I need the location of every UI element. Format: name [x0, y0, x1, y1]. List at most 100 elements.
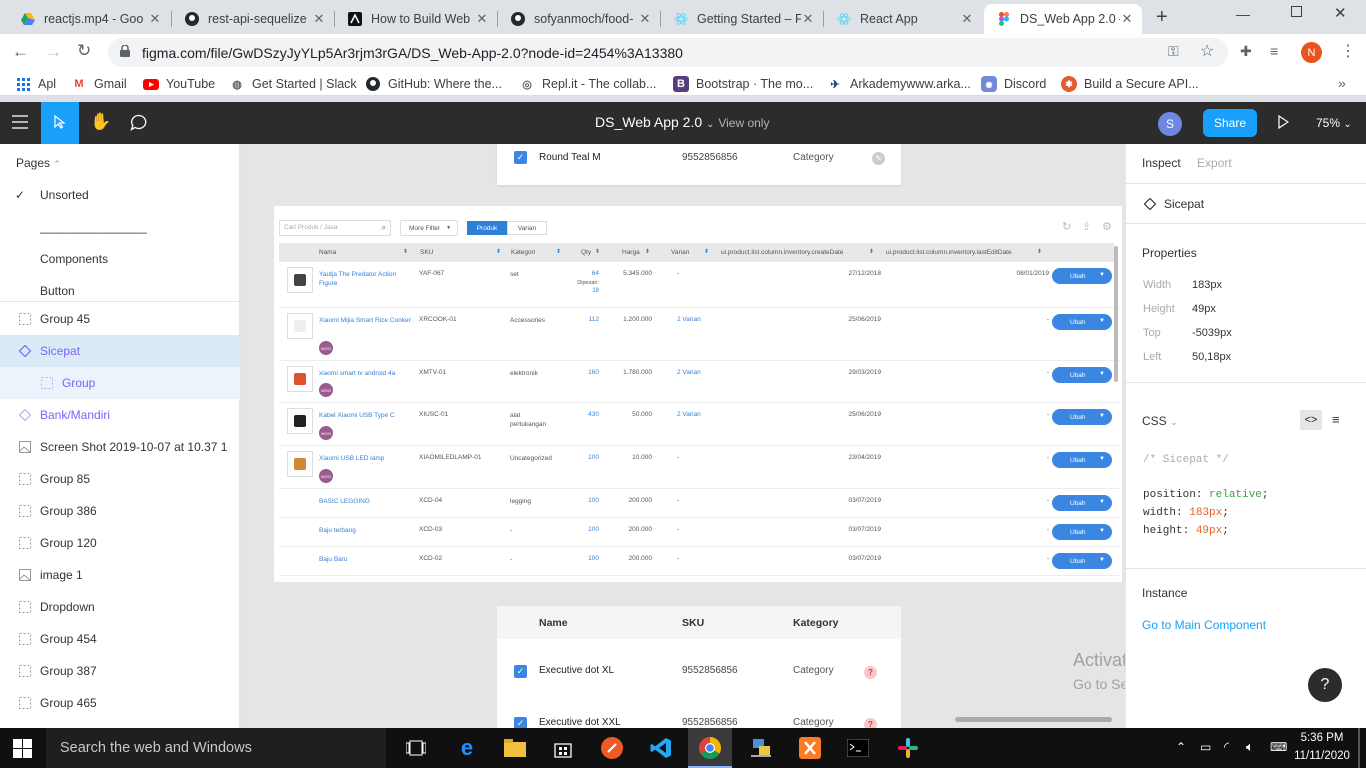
bookmark-bootstrap[interactable]: B Bootstrap · The mo... [673, 76, 813, 92]
wifi-icon[interactable]: ◜ [1224, 739, 1229, 755]
window-close-button[interactable]: ✕ [1334, 4, 1347, 22]
checkbox-checked-icon[interactable]: ✓ [514, 151, 527, 164]
product-name-link[interactable]: Xiaomi Mijia Smart Rice Cooker [319, 316, 415, 325]
layer-group-454[interactable]: Group 454 [0, 623, 240, 655]
tab-sofyanmoch[interactable]: sofyanmoch/food- ✕ [498, 4, 660, 34]
clock-time[interactable]: 5:36 PM [1296, 732, 1348, 744]
page-item-unsorted[interactable]: ✓ Unsorted [0, 179, 240, 211]
css-dropdown[interactable]: CSS ⌄ [1142, 414, 1178, 428]
volume-icon[interactable]: 🔈︎ [1246, 739, 1254, 755]
column-header-create-date[interactable]: ui.product.list.column.inventory.createD… [721, 249, 843, 256]
table-row[interactable]: Yautja The Predator Action Figure YAF-067… [279, 262, 1119, 308]
chevron-up-icon[interactable]: ⌃ [1176, 740, 1186, 754]
new-tab-button[interactable]: + [1156, 6, 1168, 29]
slack-icon[interactable] [895, 736, 921, 760]
close-icon[interactable]: ✕ [148, 11, 162, 27]
close-icon[interactable]: ✕ [960, 11, 974, 27]
ubah-button[interactable]: Ubah ▼ [1052, 452, 1112, 468]
column-header-qty[interactable]: Qty [581, 249, 591, 256]
task-view-icon[interactable] [403, 736, 429, 760]
maximize-button[interactable] [1291, 6, 1302, 17]
postman-icon[interactable] [599, 736, 625, 760]
sort-icon[interactable]: ⬍ [403, 248, 408, 255]
layer-group-386[interactable]: Group 386 [0, 495, 240, 527]
help-question-icon[interactable]: ? [864, 718, 877, 728]
sort-icon[interactable]: ⬍ [496, 248, 501, 255]
column-header-name[interactable]: Nama [319, 249, 336, 256]
bookmark-apl[interactable]: Apl [15, 76, 56, 92]
xampp-icon[interactable] [797, 736, 823, 760]
checkbox-checked-icon[interactable]: ✓ [514, 665, 527, 678]
table-row[interactable]: BASIC LEGGING XCD-04 legging 100 200.000-03/… [279, 489, 1119, 518]
reload-icon[interactable]: ↻ [77, 41, 91, 61]
help-button[interactable]: ? [1308, 668, 1342, 702]
product-search-input[interactable]: Cari Produk / Jasa ⌕ [279, 220, 391, 236]
file-title[interactable]: DS_Web App 2.0 ⌄ View only [595, 114, 769, 130]
bookmark-github[interactable]: GitHub: Where the... [365, 76, 502, 92]
comment-icon[interactable] [130, 114, 148, 131]
bookmark-slack[interactable]: ◍ Get Started | Slack [229, 76, 357, 92]
product-name-link[interactable]: Kabel Xiaomi USB Type C [319, 411, 415, 420]
show-desktop-button[interactable] [1358, 728, 1360, 768]
user-avatar[interactable]: S [1158, 112, 1182, 136]
product-name-link[interactable]: Baju terbang [319, 526, 415, 535]
address-bar[interactable]: figma.com/file/GwDSzyJyYLp5Ar3rjm3rGA/DS… [108, 38, 1228, 67]
table-row[interactable]: Xiaomi USB LED lamp WOO XIAOMILEDLAMP-01 Un… [279, 446, 1119, 489]
go-to-main-component-link[interactable]: Go to Main Component [1142, 618, 1266, 632]
minimize-button[interactable]: — [1236, 6, 1250, 22]
tab-getting-started[interactable]: Getting Started – F ✕ [661, 4, 823, 34]
table-row[interactable]: Kabel Xiaomi USB Type C WOO XIUSC-01 alat p… [279, 403, 1119, 446]
layer-group[interactable]: Group [0, 367, 240, 399]
forward-arrow-icon[interactable]: → [45, 42, 62, 62]
more-filter-dropdown[interactable]: More Filter ▼ [400, 220, 458, 236]
layer-group-387[interactable]: Group 387 [0, 655, 240, 687]
ubah-button[interactable]: Ubah ▼ [1052, 409, 1112, 425]
refresh-icon[interactable]: ↻ [1062, 220, 1071, 233]
product-name-link[interactable]: BASIC LEGGING [319, 497, 415, 506]
bookmark-youtube[interactable]: YouTube [143, 76, 215, 92]
table-row[interactable]: Baju Baru XCD-02-100 200.000-03/07/2019- Ub… [279, 547, 1119, 576]
close-icon[interactable]: ✕ [801, 11, 815, 27]
zoom-dropdown[interactable]: 75% ⌄ [1316, 116, 1352, 130]
tab-react-app[interactable]: React App ✕ [824, 4, 982, 34]
sort-icon[interactable]: ⬍ [556, 248, 561, 255]
table-row[interactable]: Xiaomi Mijia Smart Rice Cooker WOO XRCOOK-… [279, 308, 1119, 361]
checkbox-checked-icon[interactable]: ✓ [514, 717, 527, 728]
network-pc-icon[interactable] [748, 736, 774, 760]
help-question-icon[interactable]: ? [864, 666, 877, 679]
layer-group-45[interactable]: Group 45 [0, 303, 240, 335]
store-icon[interactable] [550, 736, 576, 760]
column-header-varian[interactable]: Varian [671, 249, 689, 256]
edit-pencil-icon[interactable]: ✎ [872, 152, 885, 165]
ubah-button[interactable]: Ubah ▼ [1052, 553, 1112, 569]
bookmark-arkademy[interactable]: ✈ Arkademywww.arka... [827, 76, 970, 92]
layer-group-85[interactable]: Group 85 [0, 463, 240, 495]
product-name-link[interactable]: xiaomi smart tv android 4a [319, 369, 415, 378]
back-arrow-icon[interactable]: ← [12, 42, 29, 62]
canvas-horizontal-scrollbar[interactable] [955, 717, 1112, 722]
terminal-icon[interactable] [845, 736, 871, 760]
layer-bank-mandiri[interactable]: Bank/Mandiri [0, 399, 240, 431]
close-icon[interactable]: ✕ [638, 11, 652, 27]
ubah-button[interactable]: Ubah ▼ [1052, 268, 1112, 284]
extensions-icon[interactable]: ✚ [1240, 43, 1252, 60]
layer-group-465[interactable]: Group 465 [0, 687, 240, 719]
ubah-button[interactable]: Ubah ▼ [1052, 524, 1112, 540]
bookmark-okta[interactable]: ✱ Build a Secure API... [1061, 76, 1199, 92]
more-bookmarks-button[interactable]: » [1338, 75, 1346, 91]
layer-image-1[interactable]: image 1 [0, 559, 240, 591]
taskbar-search-box[interactable]: Search the web and Windows [46, 728, 386, 768]
sort-icon[interactable]: ⬍ [1037, 248, 1042, 255]
chrome-taskbar-active[interactable] [688, 728, 732, 768]
sort-icon[interactable]: ⬍ [704, 248, 709, 255]
ubah-button[interactable]: Ubah ▼ [1052, 367, 1112, 383]
table-row[interactable]: Baju terbang XCD-03-100 200.000-03/07/2019… [279, 518, 1119, 547]
present-play-icon[interactable] [1278, 114, 1290, 130]
page-item-divider[interactable]: ________________ [0, 211, 240, 243]
product-name-link[interactable]: Yautja The Predator Action Figure [319, 270, 415, 288]
ubah-button[interactable]: Ubah ▼ [1052, 314, 1112, 330]
bookmark-replit[interactable]: ◎ Repl.it - The collab... [519, 76, 656, 92]
media-queue-icon[interactable]: ≡ [1270, 43, 1278, 59]
export-icon[interactable]: ⇪ [1082, 220, 1091, 233]
sort-icon[interactable]: ⬍ [645, 248, 650, 255]
